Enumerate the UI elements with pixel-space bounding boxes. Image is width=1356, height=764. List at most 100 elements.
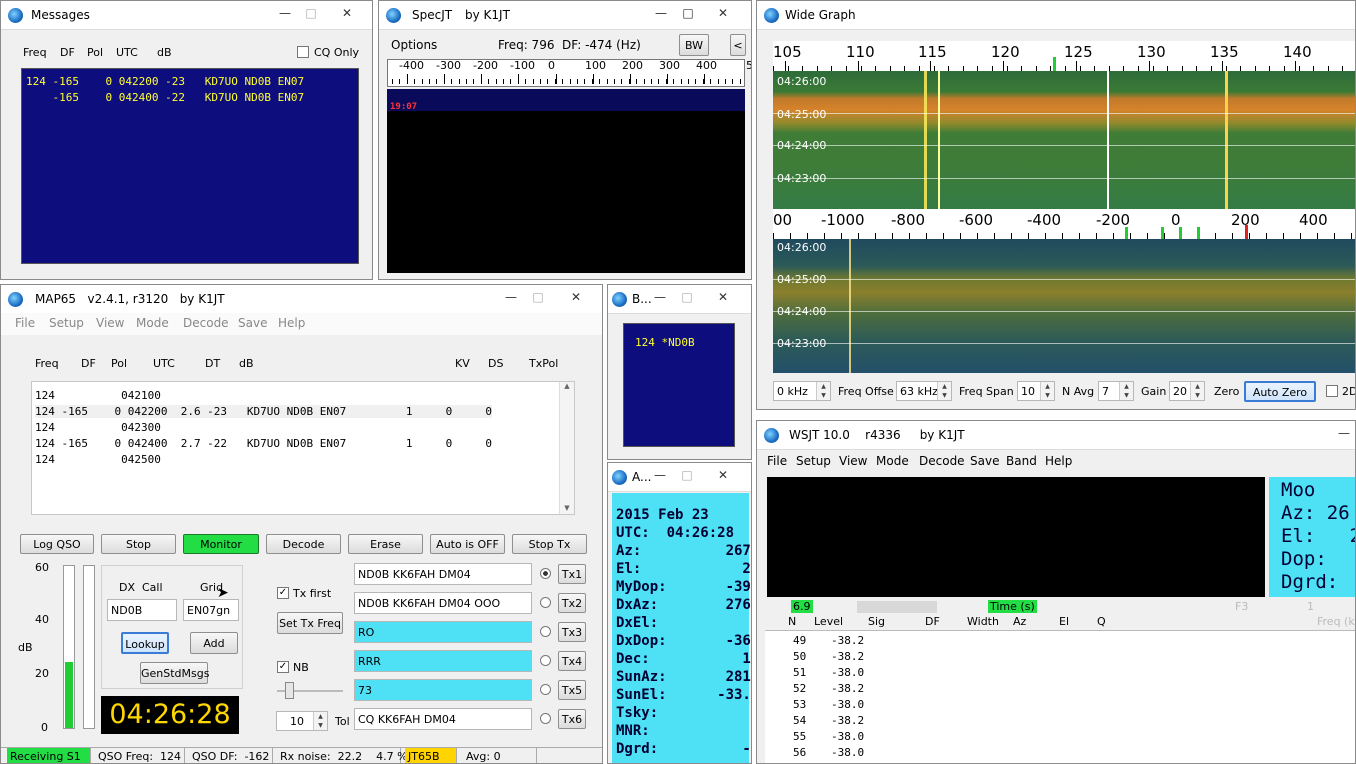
table-row[interactable]: 54 -38.2 (765, 714, 1345, 730)
tx4-message-field[interactable]: RRR (354, 650, 532, 672)
genstdmsgs-button[interactable]: GenStdMsgs (140, 662, 209, 684)
decode-button[interactable]: Decode (266, 534, 341, 554)
cq-only-checkbox[interactable] (297, 46, 309, 58)
menu-mode[interactable]: Mode (876, 454, 909, 468)
messages-list[interactable]: 124 -165 0 042200 -23 KD7UO ND0B EN07 -1… (21, 68, 359, 264)
map65-titlebar[interactable]: MAP65 v2.4.1, r3120 by K1JT — □ ✕ (1, 285, 602, 314)
astro-titlebar[interactable]: A... — □ ✕ (608, 463, 751, 492)
table-row[interactable]: 56 -38.0 (765, 746, 1345, 762)
options-menu[interactable]: Options (391, 38, 437, 52)
messages-titlebar[interactable]: Messages — □ ✕ (1, 1, 372, 30)
lookup-button[interactable]: Lookup (121, 632, 169, 654)
tx5-button[interactable]: Tx5 (558, 680, 586, 700)
maximize-button[interactable]: □ (676, 5, 700, 21)
list-item[interactable]: 124 -165 0 042200 2.6 -23 KD7UO ND0B EN0… (35, 405, 492, 418)
specjt-titlebar[interactable]: SpecJT by K1JT — □ ✕ (379, 1, 751, 30)
close-button[interactable]: ✕ (711, 289, 735, 305)
erase-button[interactable]: Erase (348, 534, 423, 554)
wsjt-plot[interactable] (767, 477, 1265, 597)
menu-mode[interactable]: Mode (136, 316, 169, 330)
nb-checkbox[interactable]: ✓ (277, 661, 289, 673)
menu-file[interactable]: File (15, 316, 35, 330)
wide-graph-titlebar[interactable]: Wide Graph (757, 1, 1355, 30)
minimize-button[interactable]: — (1332, 425, 1355, 441)
menu-view[interactable]: View (96, 316, 124, 330)
tx-first-checkbox[interactable]: ✓ (277, 587, 289, 599)
minimize-button[interactable]: — (648, 467, 672, 483)
table-row[interactable]: 52 -38.2 (765, 682, 1345, 698)
list-item[interactable]: 124 *ND0B (635, 336, 695, 349)
menu-setup[interactable]: Setup (49, 316, 84, 330)
maximize-button[interactable]: □ (299, 5, 323, 21)
minimize-button[interactable]: — (649, 5, 673, 21)
auto-zero-button[interactable]: Auto Zero (1244, 381, 1316, 402)
scrollbar[interactable]: ▲ ▼ (559, 382, 574, 514)
stop-button[interactable]: Stop (101, 534, 176, 554)
tx1-message-field[interactable]: ND0B KK6FAH DM04 (354, 563, 532, 585)
table-row[interactable]: 50 -38.2 (765, 650, 1345, 666)
menu-band[interactable]: Band (1006, 454, 1037, 468)
menu-view[interactable]: View (839, 454, 867, 468)
tx2-message-field[interactable]: ND0B KK6FAH DM04 OOO (354, 592, 532, 614)
maximize-button[interactable]: □ (675, 289, 699, 305)
twod-checkbox[interactable] (1326, 385, 1338, 397)
wide-top-waterfall[interactable]: 04:26:00 04:25:00 04:24:00 04:23:00 (773, 71, 1355, 209)
list-item[interactable]: 124 -165 0 042400 2.7 -22 KD7UO ND0B EN0… (35, 437, 492, 450)
map65-decode-list[interactable]: 124 042100 124 -165 0 042200 2.6 -23 KD7… (31, 381, 575, 515)
table-row[interactable]: 49 -38.2 (765, 634, 1345, 650)
list-item[interactable]: -165 0 042400 -22 KD7UO ND0B EN07 (26, 91, 304, 104)
table-row[interactable]: 55 -38.0 (765, 730, 1345, 746)
collapse-button[interactable]: < (730, 34, 746, 56)
khz-spinbox[interactable]: 0 kHz ▲ ▼ (773, 381, 831, 401)
list-item[interactable]: 124 042300 (35, 421, 161, 434)
tx2-button[interactable]: Tx2 (558, 593, 586, 613)
menu-save[interactable]: Save (970, 454, 999, 468)
gain-spinbox[interactable]: 20 ▲ ▼ (1169, 381, 1205, 401)
tx6-button[interactable]: Tx6 (558, 709, 586, 729)
freq-span-spinbox[interactable]: 10 ▲ ▼ (1017, 381, 1055, 401)
minimize-button[interactable]: — (648, 289, 672, 305)
stop-tx-button[interactable]: Stop Tx (512, 534, 587, 554)
dx-call-field[interactable]: ND0B (107, 599, 177, 621)
tx3-message-field[interactable]: RO (354, 621, 532, 643)
minimize-button[interactable]: — (273, 5, 297, 21)
nb-slider-thumb[interactable] (285, 682, 294, 699)
menu-help[interactable]: Help (278, 316, 305, 330)
maximize-button[interactable]: □ (526, 289, 550, 305)
list-item[interactable]: 124 042100 (35, 389, 161, 402)
add-button[interactable]: Add (190, 632, 238, 654)
tx1-radio[interactable] (540, 568, 551, 579)
log-qso-button[interactable]: Log QSO (20, 534, 94, 554)
auto-off-button[interactable]: Auto is OFF (430, 534, 505, 554)
menu-file[interactable]: File (767, 454, 787, 468)
navg-spinbox[interactable]: 7 ▲ ▼ (1098, 381, 1134, 401)
table-row[interactable]: 53 -38.0 (765, 698, 1345, 714)
tx2-radio[interactable] (540, 597, 551, 608)
tx6-radio[interactable] (540, 713, 551, 724)
set-tx-freq-button[interactable]: Set Tx Freq (277, 612, 343, 634)
band-map-list[interactable]: 124 *ND0B (623, 323, 735, 447)
maximize-button[interactable]: □ (675, 467, 699, 483)
menu-decode[interactable]: Decode (183, 316, 229, 330)
menu-save[interactable]: Save (238, 316, 267, 330)
close-button[interactable]: ✕ (711, 5, 735, 21)
list-item[interactable]: 124 -165 0 042200 -23 KD7UO ND0B EN07 (26, 75, 304, 88)
menu-setup[interactable]: Setup (796, 454, 831, 468)
list-item[interactable]: 124 042500 (35, 453, 161, 466)
tx3-radio[interactable] (540, 626, 551, 637)
menu-help[interactable]: Help (1045, 454, 1072, 468)
menu-decode[interactable]: Decode (919, 454, 965, 468)
bw-button[interactable]: BW (679, 34, 709, 56)
wide-bottom-waterfall[interactable]: 04:26:00 04:25:00 04:24:00 04:23:00 (773, 239, 1355, 373)
tx1-button[interactable]: Tx1 (558, 564, 586, 584)
tol-spinbox[interactable]: 10 ▲ ▼ (276, 711, 328, 731)
tx5-radio[interactable] (540, 684, 551, 695)
close-button[interactable]: ✕ (564, 289, 588, 305)
tx6-message-field[interactable]: CQ KK6FAH DM04 (354, 708, 532, 730)
close-button[interactable]: ✕ (711, 467, 735, 483)
minimize-button[interactable]: — (499, 289, 523, 305)
band-map-titlebar[interactable]: B... — □ ✕ (608, 285, 751, 314)
table-row[interactable]: 51 -38.0 (765, 666, 1345, 682)
wsjt-titlebar[interactable]: WSJT 10.0 r4336 by K1JT — (757, 421, 1355, 450)
specjt-waterfall[interactable]: 19:07 (387, 89, 745, 273)
